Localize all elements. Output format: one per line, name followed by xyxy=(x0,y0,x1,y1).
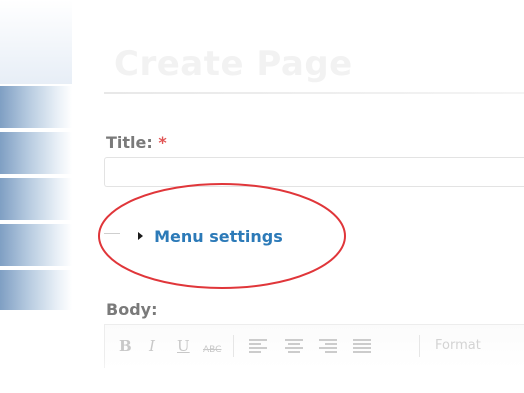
toolbar-separator xyxy=(233,335,234,357)
align-right-icon[interactable] xyxy=(319,338,337,354)
title-field-label: Title: * xyxy=(106,133,167,152)
bold-button[interactable]: B xyxy=(119,337,132,355)
title-label-text: Title: xyxy=(106,133,153,152)
sidebar-header-fade xyxy=(0,0,72,84)
underline-button[interactable]: U xyxy=(177,337,190,355)
sidebar-tab[interactable] xyxy=(0,224,72,266)
menu-settings-toggle[interactable]: Menu settings xyxy=(138,226,283,246)
sidebar-tab[interactable] xyxy=(0,178,72,220)
admin-sidebar xyxy=(0,0,72,393)
sidebar-tab[interactable] xyxy=(0,132,72,174)
format-dropdown[interactable]: Format xyxy=(435,338,481,353)
align-justify-icon[interactable] xyxy=(353,338,371,354)
fieldset-border xyxy=(104,233,120,234)
page-title: Create Page xyxy=(114,44,353,84)
menu-settings-link[interactable]: Menu settings xyxy=(154,227,283,246)
italic-button[interactable]: I xyxy=(149,337,155,355)
sidebar-tab[interactable] xyxy=(0,86,72,128)
required-marker: * xyxy=(158,133,167,152)
title-input[interactable] xyxy=(104,157,524,187)
align-left-icon[interactable] xyxy=(249,338,267,354)
sidebar-tab[interactable] xyxy=(0,270,72,310)
title-divider xyxy=(104,92,524,94)
bottom-fade xyxy=(0,356,524,393)
toolbar-separator xyxy=(419,335,420,357)
triangle-right-icon xyxy=(138,231,143,240)
body-field-label: Body: xyxy=(106,300,158,319)
align-center-icon[interactable] xyxy=(285,338,303,354)
